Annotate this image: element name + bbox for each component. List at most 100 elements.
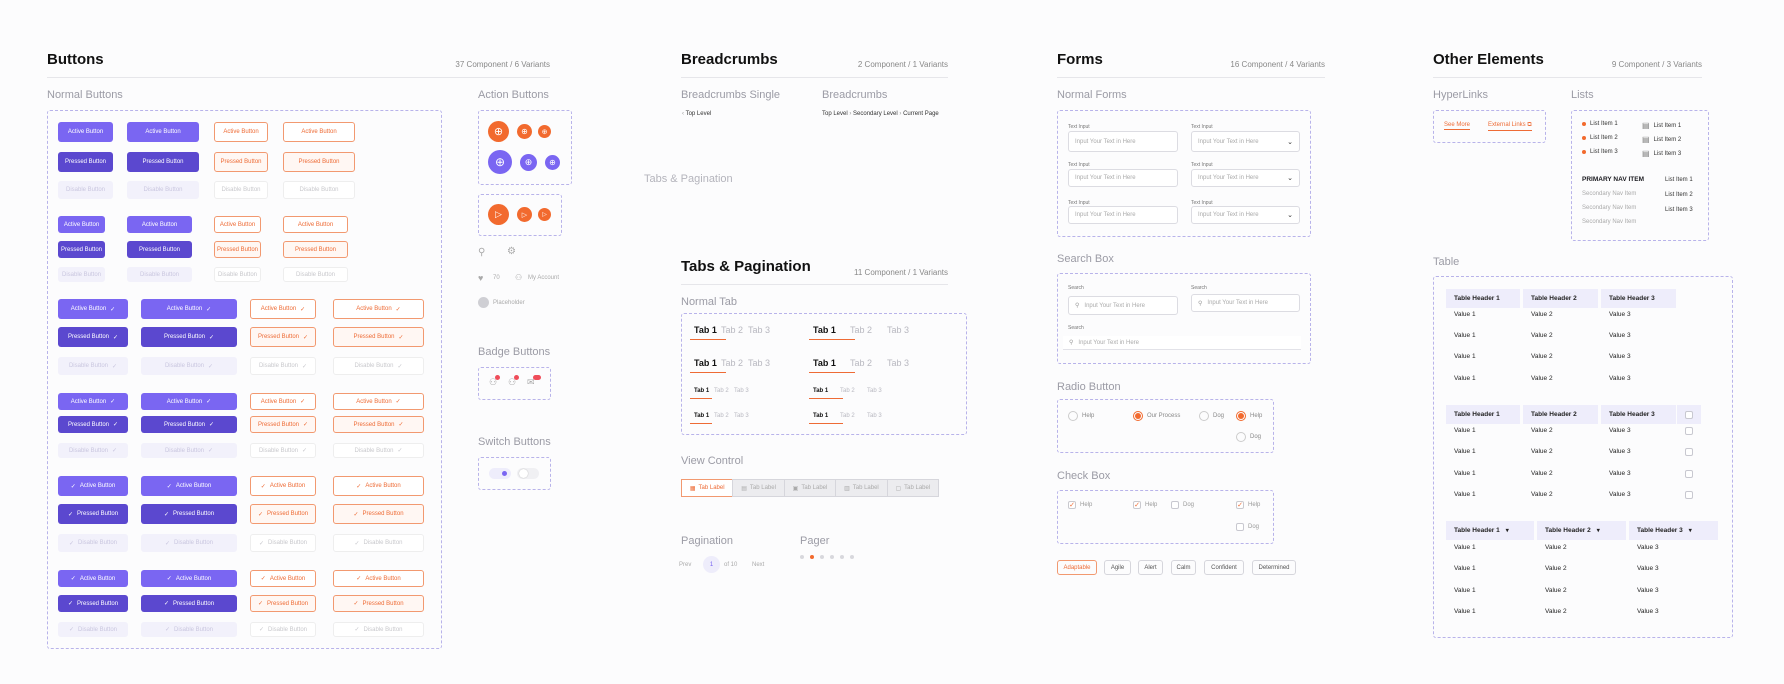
my-account-link[interactable]: My Account — [528, 275, 559, 281]
view-control-segment[interactable]: ▤ Tab Label — [732, 479, 785, 497]
action-add-medium-orange[interactable]: ⊕ — [517, 124, 532, 139]
active-button[interactable]: Active Button ✓ — [141, 393, 237, 410]
pager-dot[interactable] — [850, 555, 854, 559]
camera-small-icon[interactable]: ▷ — [538, 208, 551, 221]
pressed-button[interactable]: ✓ Pressed Button — [333, 504, 424, 524]
radio-option[interactable]: Help — [1068, 411, 1094, 421]
tab-1[interactable]: Tab 1 — [694, 388, 709, 394]
pressed-button[interactable]: Pressed Button — [127, 152, 199, 172]
pressed-button[interactable]: ✓ Pressed Button — [250, 504, 316, 524]
pagination-current-page[interactable]: 1 — [703, 556, 720, 573]
select-field[interactable]: Input Your Text in Here ⌄ — [1191, 169, 1300, 187]
radio-option[interactable]: Our Process — [1133, 411, 1180, 421]
table-header-cell[interactable]: Table Header 1 ▾ — [1446, 521, 1534, 540]
pager-dot[interactable] — [820, 555, 824, 559]
pressed-button[interactable]: Pressed Button ✓ — [58, 416, 128, 433]
external-link[interactable]: External Links ⧉ — [1488, 122, 1532, 131]
nav-secondary-item[interactable]: Secondary Nav Item — [1582, 205, 1636, 211]
search-input-compact[interactable]: ⚲ Input Your Text in Here — [1191, 294, 1300, 312]
user-badge-icon[interactable]: ⚇ — [508, 375, 519, 388]
tab-1[interactable]: Tab 1 — [694, 358, 717, 368]
breadcrumb-item-secondary[interactable]: Secondary Level — [853, 111, 898, 117]
active-button[interactable]: ✓ Active Button — [58, 476, 128, 496]
active-button[interactable]: Active Button — [283, 216, 348, 233]
active-button[interactable]: ✓ Active Button — [141, 570, 237, 587]
pager-dot[interactable] — [830, 555, 834, 559]
pressed-button[interactable]: ✓ Pressed Button — [141, 504, 237, 524]
pager-dot[interactable] — [800, 555, 804, 559]
active-button[interactable]: Active Button — [58, 216, 105, 233]
pressed-button[interactable]: Pressed Button — [283, 152, 355, 172]
pressed-button[interactable]: Pressed Button — [127, 241, 192, 258]
heart-icon[interactable]: ♥ — [478, 273, 483, 283]
active-button[interactable]: Active Button ✓ — [333, 393, 424, 410]
checkbox[interactable] — [1685, 470, 1693, 478]
checkbox[interactable] — [1685, 410, 1693, 419]
pressed-button[interactable]: Pressed Button ✓ — [58, 327, 128, 347]
tab-3[interactable]: Tab 3 — [748, 325, 770, 335]
pressed-button[interactable]: Pressed Button — [58, 241, 105, 258]
tag[interactable]: Agile — [1104, 560, 1131, 575]
view-control-segment[interactable]: ▥ Tab Label — [835, 479, 888, 497]
tab-1[interactable]: Tab 1 — [813, 358, 836, 368]
table-header-cell[interactable]: Table Header 2 ▾ — [1537, 521, 1626, 540]
tag[interactable]: Adaptable — [1057, 560, 1097, 575]
pressed-button[interactable]: Pressed Button ✓ — [250, 327, 316, 347]
switch-on[interactable] — [489, 468, 511, 479]
pressed-button[interactable]: Pressed Button ✓ — [333, 416, 424, 433]
action-add-large-purple[interactable]: ⊕ — [488, 150, 512, 174]
pager-dot-active[interactable] — [810, 555, 814, 559]
gear-icon[interactable]: ⚙ — [507, 246, 516, 257]
active-button[interactable]: ✓ Active Button — [250, 570, 316, 587]
select-field[interactable]: Input Your Text in Here ⌄ — [1191, 206, 1300, 224]
active-button[interactable]: ✓ Active Button — [141, 476, 237, 496]
active-button[interactable]: Active Button — [283, 122, 355, 142]
search-input-underline[interactable]: ⚲ Input Your Text in Here — [1063, 336, 1301, 350]
search-input[interactable]: ⚲ Input Your Text in Here — [1068, 296, 1178, 315]
search-icon[interactable]: ⚲ — [478, 247, 485, 258]
tab-2[interactable]: Tab 2 — [714, 413, 729, 419]
checkbox-option[interactable]: ✓ Help — [1068, 501, 1092, 509]
active-button[interactable]: Active Button — [127, 216, 192, 233]
view-control-segment[interactable]: ▣ Tab Label — [783, 479, 837, 497]
checkbox[interactable] — [1685, 427, 1693, 435]
tab-2[interactable]: Tab 2 — [850, 358, 872, 368]
tab-2[interactable]: Tab 2 — [721, 358, 743, 368]
action-add-small-purple[interactable]: ⊕ — [545, 155, 560, 170]
pressed-button[interactable]: ✓ Pressed Button — [58, 595, 128, 612]
active-button[interactable]: Active Button ✓ — [58, 393, 128, 410]
pressed-button[interactable]: Pressed Button — [214, 241, 261, 258]
nav-secondary-item[interactable]: Secondary Nav Item — [1582, 191, 1636, 197]
see-more-link[interactable]: See More — [1444, 122, 1471, 130]
action-add-medium-purple[interactable]: ⊕ — [520, 154, 537, 171]
tag[interactable]: Alert — [1138, 560, 1163, 575]
text-input[interactable]: Input Your Text in Here — [1068, 131, 1178, 152]
pagination-next[interactable]: Next — [752, 562, 764, 568]
radio-option[interactable]: Dog — [1199, 411, 1224, 421]
tag[interactable]: Calm — [1171, 560, 1196, 575]
checkbox-option[interactable]: Dog — [1236, 523, 1259, 531]
switch-off[interactable] — [517, 468, 539, 479]
active-button[interactable]: ✓ Active Button — [333, 476, 424, 496]
pressed-button[interactable]: Pressed Button — [214, 152, 268, 172]
tab-2[interactable]: Tab 2 — [721, 325, 743, 335]
tab-3[interactable]: Tab 3 — [887, 358, 909, 368]
tab-1[interactable]: Tab 1 — [813, 413, 828, 419]
active-button[interactable]: Active Button — [127, 122, 199, 142]
pressed-button[interactable]: Pressed Button ✓ — [250, 416, 316, 433]
nav-secondary-item[interactable]: Secondary Nav Item — [1582, 219, 1636, 225]
tag[interactable]: Confident — [1204, 560, 1244, 575]
pressed-button[interactable]: Pressed Button ✓ — [333, 327, 424, 347]
camera-icon[interactable]: ▷ — [488, 204, 509, 225]
bell-badge-icon[interactable]: ⚇ — [489, 375, 500, 388]
tab-1[interactable]: Tab 1 — [813, 388, 828, 394]
tab-1[interactable]: Tab 1 — [694, 325, 717, 335]
checkbox-option[interactable]: ✓ Help — [1133, 501, 1157, 509]
pressed-button[interactable]: ✓ Pressed Button — [250, 595, 316, 612]
tab-1[interactable]: Tab 1 — [813, 325, 836, 335]
pressed-button[interactable]: Pressed Button ✓ — [141, 416, 237, 433]
text-input[interactable]: Input Your Text in Here — [1068, 169, 1178, 187]
active-button[interactable]: Active Button — [58, 122, 113, 142]
checkbox-option[interactable]: ✓ Help — [1236, 501, 1260, 509]
action-add-small-orange[interactable]: ⊕ — [538, 125, 551, 138]
